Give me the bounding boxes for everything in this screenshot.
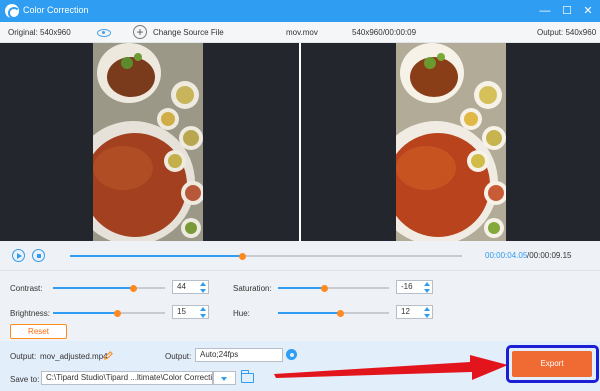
preview-area bbox=[0, 43, 600, 241]
hue-value: 12 bbox=[401, 307, 410, 316]
hue-slider[interactable] bbox=[278, 309, 389, 317]
output-format-value: Auto;24fps bbox=[200, 350, 239, 359]
brightness-stepper-icon[interactable] bbox=[200, 307, 206, 318]
preview-divider bbox=[299, 43, 301, 241]
playback-controls: 00:00:04.05 /00:00:09.15 bbox=[0, 241, 600, 271]
stop-icon[interactable] bbox=[32, 249, 45, 262]
export-button[interactable]: Export bbox=[512, 351, 592, 377]
filename: mov.mov bbox=[286, 28, 318, 37]
output-file-label: Output: bbox=[10, 352, 37, 361]
timeline-slider[interactable] bbox=[70, 252, 462, 260]
total-time: /00:00:09.15 bbox=[527, 251, 572, 260]
contrast-stepper-icon[interactable] bbox=[200, 282, 206, 293]
info-bar: Original: 540x960 + Change Source File m… bbox=[0, 22, 600, 43]
hue-input[interactable]: 12 bbox=[396, 305, 433, 319]
brightness-slider[interactable] bbox=[53, 309, 165, 317]
hue-fill bbox=[278, 312, 341, 314]
contrast-fill bbox=[53, 287, 134, 289]
close-icon[interactable]: ✕ bbox=[580, 3, 596, 19]
save-to-label: Save to: bbox=[10, 375, 40, 384]
hue-label: Hue: bbox=[233, 309, 250, 318]
add-icon[interactable]: + bbox=[133, 25, 147, 39]
brightness-input[interactable]: 15 bbox=[172, 305, 209, 319]
saturation-label: Saturation: bbox=[233, 284, 272, 293]
saturation-thumb[interactable] bbox=[321, 284, 329, 292]
save-path-value: C:\Tipard Studio\Tipard ...ltimate\Color… bbox=[46, 373, 213, 382]
hue-stepper-icon[interactable] bbox=[424, 307, 430, 318]
contrast-label: Contrast: bbox=[10, 284, 43, 293]
maximize-icon[interactable]: ☐ bbox=[559, 3, 575, 19]
saturation-value: -16 bbox=[401, 282, 413, 291]
minimize-icon[interactable]: — bbox=[537, 3, 553, 19]
saturation-input[interactable]: -16 bbox=[396, 280, 433, 294]
play-icon[interactable] bbox=[12, 249, 25, 262]
timeline-progress bbox=[70, 255, 243, 257]
chevron-down-icon[interactable] bbox=[213, 371, 236, 385]
window-title: Color Correction bbox=[23, 5, 89, 15]
current-time: 00:00:04.05 bbox=[485, 251, 528, 260]
reset-button[interactable]: Reset bbox=[10, 324, 67, 339]
change-source-button[interactable]: Change Source File bbox=[153, 28, 224, 37]
brightness-label: Brightness: bbox=[10, 309, 51, 318]
brightness-thumb[interactable] bbox=[114, 309, 122, 317]
save-path-field[interactable]: C:\Tipard Studio\Tipard ...ltimate\Color… bbox=[41, 371, 213, 385]
folder-icon[interactable] bbox=[240, 370, 254, 383]
title-bar: Color Correction — ☐ ✕ bbox=[0, 0, 600, 22]
saturation-stepper-icon[interactable] bbox=[424, 282, 430, 293]
app-logo-icon bbox=[5, 4, 20, 19]
brightness-fill bbox=[53, 312, 118, 314]
brightness-value: 15 bbox=[177, 307, 186, 316]
pencil-icon[interactable] bbox=[104, 351, 113, 360]
original-video-preview bbox=[93, 43, 203, 241]
red-arrow-annotation bbox=[274, 355, 508, 380]
output-resolution: Output: 540x960 bbox=[537, 28, 597, 37]
video-meta: 540x960/00:00:09 bbox=[352, 28, 417, 37]
saturation-fill bbox=[278, 287, 325, 289]
output-video-preview bbox=[396, 43, 506, 241]
eye-preview-icon[interactable] bbox=[97, 29, 111, 37]
contrast-thumb[interactable] bbox=[130, 284, 138, 292]
saturation-slider[interactable] bbox=[278, 284, 389, 292]
adjustment-panel: Contrast: 44 Brightness: 15 Saturation: … bbox=[0, 271, 600, 341]
output-file-name: mov_adjusted.mp4 bbox=[40, 352, 108, 361]
contrast-slider[interactable] bbox=[53, 284, 165, 292]
original-resolution: Original: 540x960 bbox=[8, 28, 71, 37]
timeline-thumb[interactable] bbox=[238, 252, 246, 260]
output-format-label: Output: bbox=[165, 352, 192, 361]
hue-thumb[interactable] bbox=[336, 309, 344, 317]
contrast-value: 44 bbox=[177, 282, 186, 291]
output-format-select[interactable]: Auto;24fps bbox=[195, 348, 283, 362]
contrast-input[interactable]: 44 bbox=[172, 280, 209, 294]
